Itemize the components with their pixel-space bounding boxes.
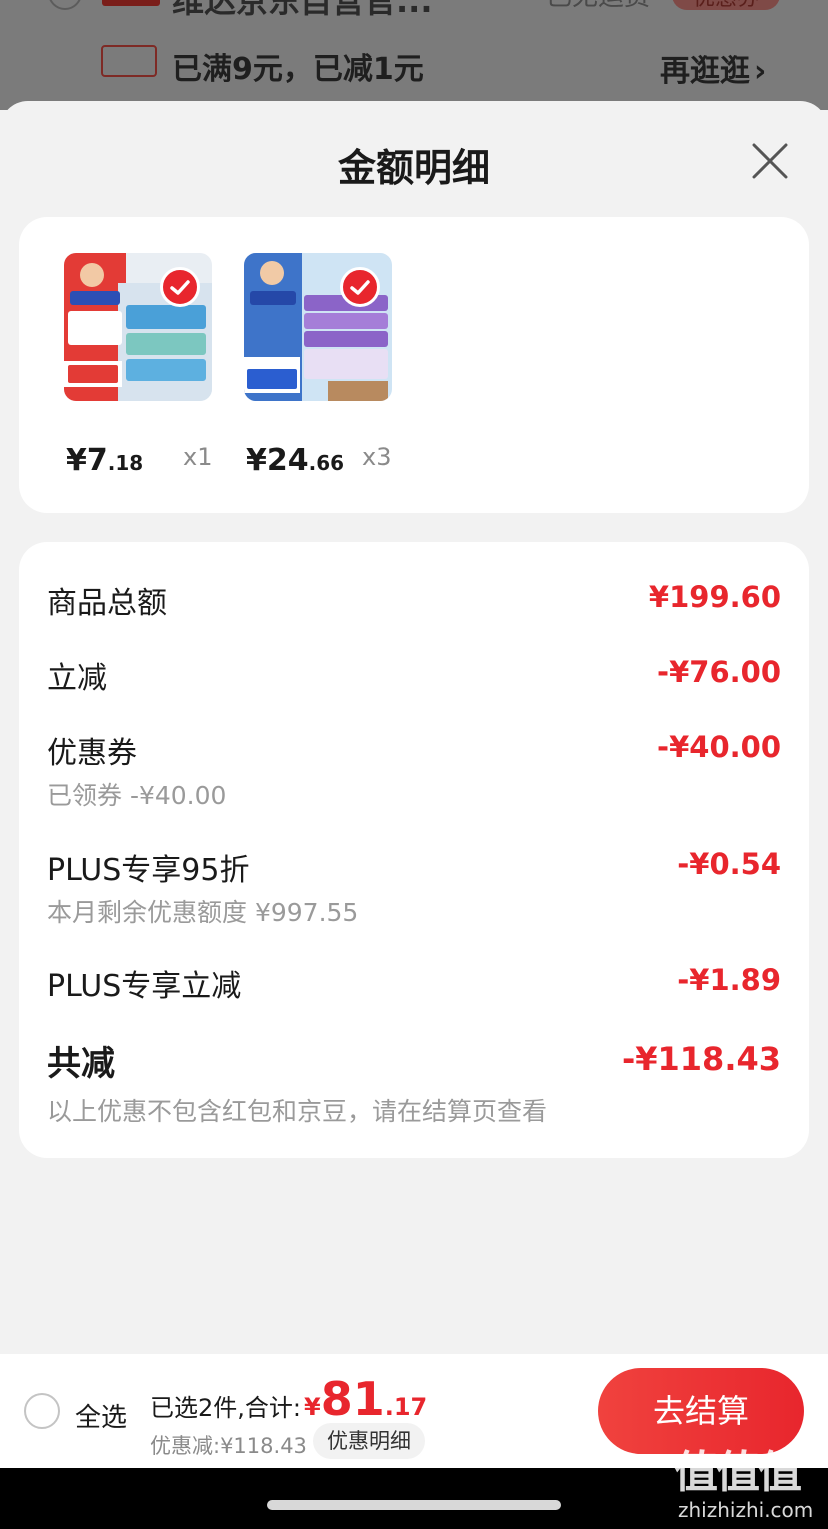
total-int: 81: [320, 1372, 385, 1426]
close-icon: [752, 143, 788, 179]
plus95-value: -¥0.54: [677, 847, 781, 881]
total-currency: ¥: [304, 1393, 321, 1421]
selected-count-text: 已选2件,合计:: [150, 1394, 301, 1422]
selected-check-badge: [340, 267, 380, 307]
select-all-radio[interactable]: [24, 1393, 60, 1429]
check-icon: [350, 280, 370, 295]
store-tag: [102, 0, 160, 6]
discount-detail-button[interactable]: 优惠明细: [313, 1423, 425, 1459]
close-button[interactable]: [746, 137, 794, 185]
product-price-dec: .18: [107, 451, 144, 475]
instant-off-label: 立减: [47, 661, 107, 696]
product-image[interactable]: [244, 253, 392, 401]
watermark: 值值值 zhizhizhi.com: [670, 1430, 828, 1529]
item-status: 已无运费: [546, 0, 650, 13]
product-price-dec: .66: [308, 451, 345, 475]
summary-card: 商品总额 ¥199.60 立减 -¥76.00 优惠券 -¥40.00 已领券 …: [19, 542, 809, 1158]
product-qty: x1: [183, 443, 213, 471]
sheet-title: 金额明细: [337, 146, 490, 190]
selected-check-badge: [160, 267, 200, 307]
plus-off-label: PLUS专享立减: [47, 969, 242, 1004]
more-link[interactable]: 再逛逛 ›: [660, 46, 766, 90]
summary-note: 以上优惠不包含红包和京豆，请在结算页查看: [47, 1097, 548, 1126]
product-price-int: ¥24: [246, 443, 309, 478]
amount-detail-sheet: 金额明细 ¥7.18 x1 ¥24.66 x3 商品总额 ¥199.60 立减 …: [0, 101, 828, 1467]
coupon-sub: 已领券 -¥40.00: [47, 781, 227, 810]
item-title: 维达京东自营官...: [172, 0, 433, 20]
coupon-label: 优惠券: [47, 736, 137, 771]
promo-tag-box: [101, 45, 157, 77]
product-qty: x3: [362, 443, 392, 471]
plus-off-value: -¥1.89: [677, 963, 781, 997]
product-price: ¥24.66: [246, 443, 344, 478]
promo-text: 已满9元，已减1元: [172, 52, 424, 87]
total-off-label: 共减: [47, 1044, 115, 1084]
watermark-logo: 值值值: [674, 1447, 802, 1498]
background-page: 维达京东自营官... 已无运费 优惠券 已满9元，已减1元 再逛逛›: [0, 0, 828, 110]
instant-off-value: -¥76.00: [657, 655, 781, 689]
product-price-int: ¥7: [66, 443, 108, 478]
total-dec: .17: [384, 1393, 428, 1421]
item-tag[interactable]: 优惠券: [672, 0, 780, 11]
check-icon: [170, 280, 190, 295]
products-card: ¥7.18 x1 ¥24.66 x3: [19, 217, 809, 513]
background-cart-item: 维达京东自营官... 已无运费 优惠券: [0, 0, 828, 20]
plus95-sub: 本月剩余优惠额度 ¥997.55: [47, 898, 359, 927]
total-price: ¥81.17: [304, 1372, 427, 1426]
home-indicator[interactable]: [267, 1500, 561, 1510]
coupon-value: -¥40.00: [657, 730, 781, 764]
more-link-label: 再逛逛: [660, 54, 750, 89]
discount-text: 优惠减:¥118.43: [150, 1434, 307, 1458]
watermark-url: zhizhizhi.com: [678, 1498, 814, 1522]
goods-total-label: 商品总额: [47, 586, 167, 621]
product-price: ¥7.18: [66, 443, 143, 478]
select-all-label[interactable]: 全选: [75, 1397, 127, 1434]
plus95-label: PLUS专享95折: [47, 853, 250, 888]
total-off-value: -¥118.43: [621, 1040, 781, 1078]
product-image[interactable]: [64, 253, 212, 401]
item-radio[interactable]: [48, 0, 82, 10]
chevron-right-icon: ›: [754, 54, 767, 89]
goods-total-value: ¥199.60: [648, 580, 781, 614]
